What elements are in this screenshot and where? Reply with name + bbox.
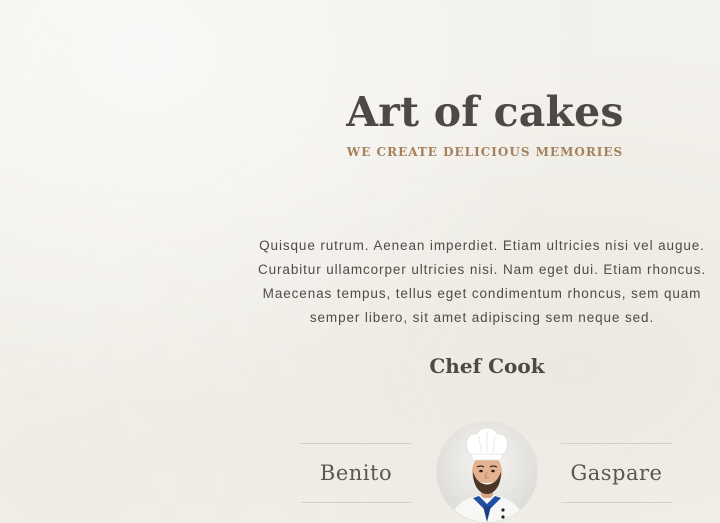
intro-line: Curabitur ullamcorper ultricies nisi. Na… xyxy=(257,261,707,277)
chef-name-right[interactable]: Gaspare xyxy=(561,443,672,503)
intro-paragraph: Quisque rutrum. Aenean imperdiet. Etiam … xyxy=(236,234,720,330)
intro-line: semper libero, sit amet adipiscing sem n… xyxy=(309,309,655,325)
chef-name-left[interactable]: Benito xyxy=(301,443,411,503)
intro-line: Maecenas tempus, tellus eget condimentum… xyxy=(262,285,702,301)
intro-line: Quisque rutrum. Aenean imperdiet. Etiam … xyxy=(259,237,705,253)
page-subtitle: WE CREATE DELICIOUS MEMORIES xyxy=(346,145,624,159)
chef-portrait-icon xyxy=(449,427,525,522)
chef-avatar[interactable] xyxy=(437,422,537,522)
page-title: Art of cakes xyxy=(346,88,624,136)
chef-heading: Chef Cook xyxy=(429,354,545,378)
about-section: Art of cakes WE CREATE DELICIOUS MEMORIE… xyxy=(240,0,720,523)
